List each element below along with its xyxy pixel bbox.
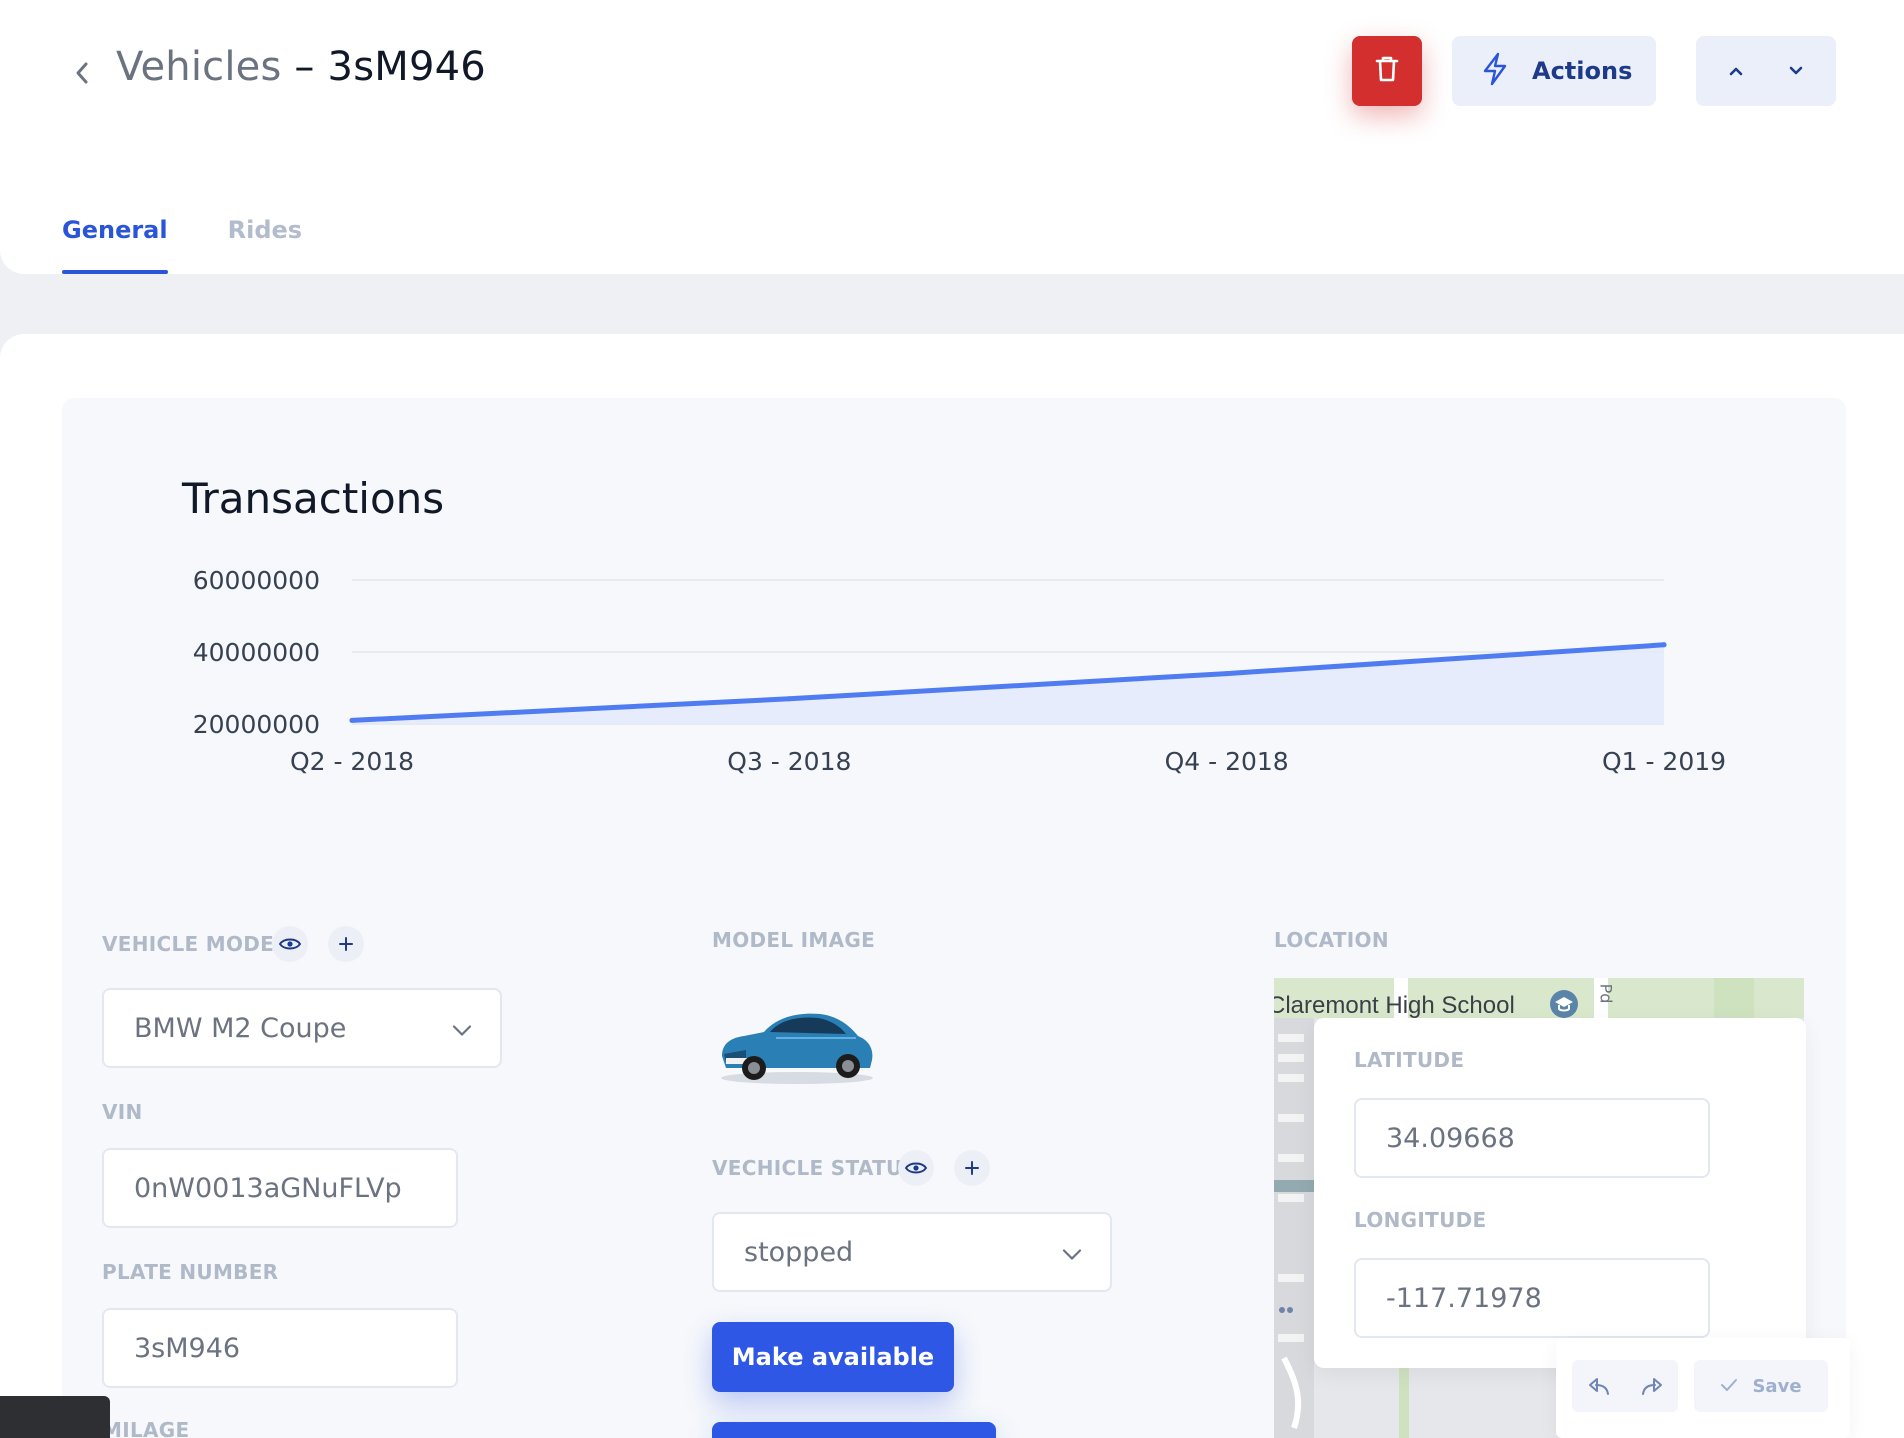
edit-toolbar: Save [1556,1338,1850,1438]
tab-general[interactable]: General [62,210,168,274]
vehicle-model-select[interactable]: BMW M2 Coupe [102,988,502,1068]
chevron-up-icon[interactable] [1716,51,1756,91]
y-tick-label: 40000000 [193,638,320,667]
latitude-field[interactable]: 34.09668 [1354,1098,1710,1178]
x-tick-label: Q2 - 2018 [290,747,414,776]
transactions-chart: 60000000 40000000 20000000 Q2 - 2018 Q3 - 20… [193,566,1726,776]
chevron-down-icon[interactable] [1776,51,1816,91]
data-point [1661,642,1667,648]
vin-value: 0nW0013aGNuFLVp [134,1172,402,1204]
plate-number-field[interactable]: 3sM946 [102,1308,458,1388]
vehicle-model-label: VEHICLE MODEL [102,932,288,956]
x-tick-label: Q4 - 2018 [1165,747,1289,776]
blue-car-image [721,1013,873,1084]
latitude-value: 34.09668 [1386,1122,1515,1154]
data-point [349,717,355,723]
chart-title: Transactions [182,474,445,523]
vin-field[interactable]: 0nW0013aGNuFLVp [102,1148,458,1228]
actions-label: Actions [1532,57,1633,85]
eye-icon[interactable] [272,926,308,962]
breadcrumb[interactable]: Vehicles [116,44,282,90]
secondary-action-button[interactable] [712,1422,996,1438]
longitude-field[interactable]: -117.71978 [1354,1258,1710,1338]
vehicle-status-value: stopped [744,1236,854,1268]
redo-icon[interactable] [1632,1366,1672,1406]
make-available-button[interactable]: Make available [712,1322,954,1392]
longitude-label: LONGITUDE [1354,1208,1487,1232]
undo-icon[interactable] [1579,1366,1619,1406]
tab-bar: General Rides [62,210,302,274]
lightning-icon [1482,52,1508,90]
x-tick-label: Q1 - 2019 [1602,747,1726,776]
plus-icon[interactable] [954,1150,990,1186]
tab-rides[interactable]: Rides [228,210,302,274]
record-id: 3sM946 [327,44,486,90]
latitude-label: LATITUDE [1354,1048,1465,1072]
model-image-label: MODEL IMAGE [712,928,876,952]
check-icon [1720,1377,1738,1396]
record-navigation [1696,36,1836,106]
plate-number-value: 3sM946 [134,1332,241,1364]
vehicle-status-select[interactable]: stopped [712,1212,1112,1292]
chevron-down-icon [1062,1237,1082,1268]
save-label: Save [1752,1375,1802,1397]
milage-label: MILAGE [102,1418,190,1438]
location-label: LOCATION [1274,928,1389,952]
page-title: Vehicles – 3sM946 [116,44,486,90]
page-header: Vehicles – 3sM946 Actions General Rides [0,0,1904,274]
data-point [786,696,792,702]
longitude-value: -117.71978 [1386,1282,1542,1314]
plus-icon[interactable] [328,926,364,962]
chevron-down-icon [452,1013,472,1044]
history-group [1572,1360,1678,1412]
vehicle-status-label: VECHICLE STATUS [712,1156,918,1180]
y-tick-label: 20000000 [193,710,320,739]
data-point [1224,671,1230,677]
map-road-label: Pd [1596,983,1616,1004]
save-button[interactable]: Save [1694,1360,1828,1412]
vehicle-model-value: BMW M2 Coupe [134,1012,347,1044]
plate-number-label: PLATE NUMBER [102,1260,279,1284]
actions-button[interactable]: Actions [1452,36,1656,106]
eye-icon[interactable] [898,1150,934,1186]
trash-icon [1374,54,1400,88]
title-separator: – [294,44,315,90]
x-tick-label: Q3 - 2018 [727,747,851,776]
dark-overlay-corner [0,1396,110,1438]
vin-label: VIN [102,1100,143,1124]
y-tick-label: 60000000 [193,566,320,595]
chevron-left-icon[interactable] [72,60,92,86]
map-place-label: Claremont High School [1274,992,1515,1019]
delete-button[interactable] [1352,36,1422,106]
